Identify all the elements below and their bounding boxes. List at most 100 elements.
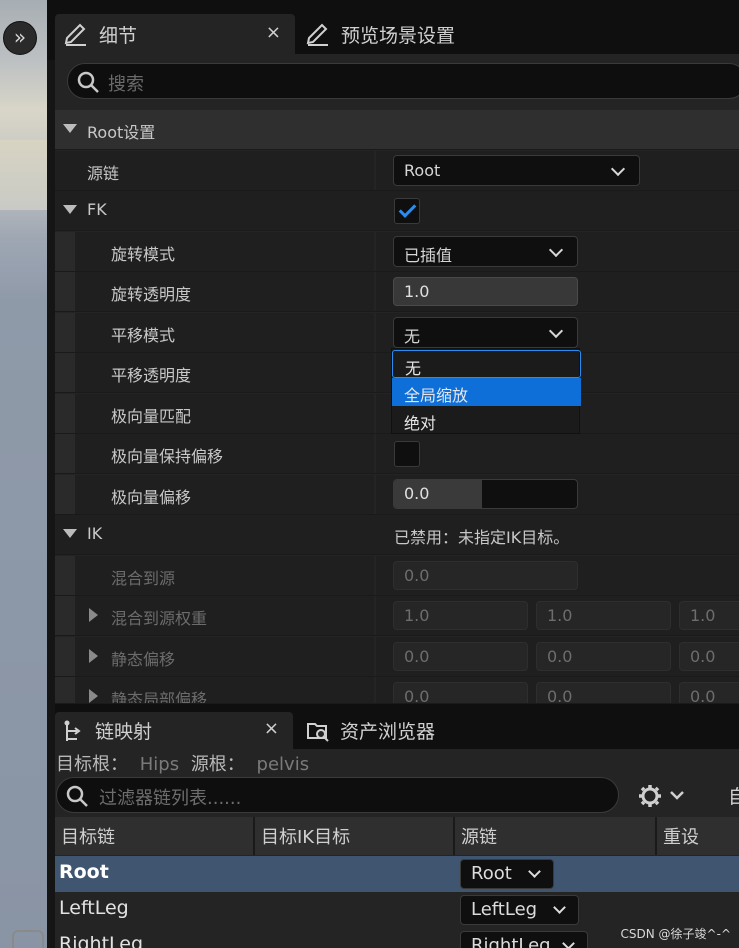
dropdown-value: 已插值	[404, 246, 453, 265]
input-value: 0.0	[547, 687, 573, 704]
watermark-text: CSDN @徐子竣^-^	[620, 927, 731, 941]
search-icon	[77, 71, 99, 93]
property-label: 源链	[87, 164, 120, 183]
chevron-down-icon	[528, 865, 541, 878]
tab-preview-label: 预览场景设置	[341, 24, 456, 47]
property-label: 静态局部偏移	[111, 690, 208, 704]
collapse-caret-icon	[63, 529, 77, 538]
pole-vector-keep-offset-checkbox[interactable]	[394, 441, 420, 467]
table-row[interactable]: LeftLeg LeftLeg	[55, 892, 739, 928]
blend-to-source-input[interactable]: 0.0	[393, 561, 578, 590]
viewport-camera-icon[interactable]	[12, 930, 44, 948]
expand-triangle-icon[interactable]	[89, 649, 98, 663]
target-root-label: 目标根：	[56, 754, 128, 775]
tab-asset-browser[interactable]: 资产浏览器	[300, 712, 500, 749]
static-offset-z-input[interactable]: 0.0	[679, 642, 739, 671]
tab-details[interactable]: 细节 ×	[55, 14, 295, 54]
option-label: 绝对	[404, 414, 437, 433]
expand-panel-button[interactable]: »	[3, 21, 37, 55]
search-placeholder: 搜索	[108, 74, 144, 95]
input-value: 1.0	[404, 282, 430, 301]
tab-chain-mapping[interactable]: 链映射 ×	[55, 712, 293, 749]
tab-details-label: 细节	[99, 24, 138, 47]
chain-mapping-icon	[61, 719, 85, 743]
gear-icon	[639, 785, 661, 807]
target-chain-name: Root	[59, 861, 109, 883]
section-ik[interactable]: IK 已禁用：未指定IK目标。	[55, 515, 739, 555]
column-target-chain[interactable]: 目标链	[55, 817, 255, 855]
property-label: 极向量偏移	[111, 488, 192, 507]
blend-weight-y-input[interactable]: 1.0	[536, 601, 671, 630]
viewport-strip	[0, 0, 47, 948]
input-value: 0.0	[690, 687, 716, 704]
target-root-value: Hips	[139, 754, 180, 775]
static-local-offset-z-input[interactable]: 0.0	[679, 682, 739, 704]
row-blend-to-source: 混合到源 0.0	[55, 556, 739, 596]
section-root-settings[interactable]: Root设置	[55, 110, 739, 150]
chevron-down-icon	[670, 791, 684, 800]
tab-preview-scene[interactable]: 预览场景设置	[297, 14, 557, 54]
chevron-down-icon	[548, 323, 564, 339]
rotation-alpha-input[interactable]: 1.0	[393, 277, 578, 306]
property-label: 平移模式	[111, 326, 176, 345]
dropdown-value: RightLeg	[471, 935, 551, 948]
input-value: 1.0	[404, 606, 430, 625]
expand-triangle-icon[interactable]	[89, 608, 98, 622]
source-chain-dropdown[interactable]: LeftLeg	[460, 895, 579, 925]
property-label: 极向量匹配	[111, 407, 192, 426]
menu-option-global-scaled[interactable]: 全局缩放	[392, 378, 581, 406]
collapse-caret-icon	[63, 124, 77, 133]
column-target-ik-goal[interactable]: 目标IK目标	[255, 817, 455, 855]
column-reset[interactable]: 重设	[657, 817, 739, 855]
close-icon[interactable]: ×	[264, 718, 279, 739]
static-local-offset-x-input[interactable]: 0.0	[393, 682, 528, 703]
source-chain-dropdown[interactable]: Root	[393, 155, 640, 186]
static-local-offset-y-input[interactable]: 0.0	[536, 682, 671, 704]
column-source-chain[interactable]: 源链	[455, 817, 657, 855]
row-rotation-alpha: 旋转透明度 1.0	[55, 272, 739, 312]
blend-weight-x-input[interactable]: 1.0	[393, 601, 528, 630]
table-row[interactable]: Root Root	[55, 856, 739, 892]
property-label: 平移透明度	[111, 366, 192, 385]
translation-mode-menu: 无 全局缩放 绝对	[391, 348, 581, 434]
menu-option-absolute[interactable]: 绝对	[392, 406, 581, 434]
row-rotation-mode: 旋转模式 已插值	[55, 232, 739, 272]
dropdown-value: Root	[471, 863, 512, 884]
source-chain-dropdown[interactable]: Root	[460, 859, 554, 889]
tab-asset-browser-label: 资产浏览器	[340, 721, 436, 743]
row-pole-vector-keep-offset: 极向量保持偏移	[55, 434, 739, 474]
expand-triangle-icon[interactable]	[89, 689, 98, 703]
static-offset-y-input[interactable]: 0.0	[536, 642, 671, 671]
option-label: 全局缩放	[404, 386, 469, 405]
blend-weight-z-input[interactable]: 1.0	[679, 601, 739, 630]
tab-chain-mapping-label: 链映射	[95, 721, 153, 743]
source-chain-dropdown[interactable]: RightLeg	[460, 931, 588, 948]
row-translation-mode: 平移模式 无	[55, 313, 739, 353]
rotation-mode-dropdown[interactable]: 已插值	[393, 236, 578, 267]
section-title: IK	[87, 524, 103, 543]
property-label: 极向量保持偏移	[111, 447, 224, 466]
search-input[interactable]: 搜索	[67, 63, 739, 99]
target-chain-name: RightLeg	[59, 933, 144, 948]
pole-vector-offset-slider[interactable]: 0.0	[393, 479, 578, 509]
column-label: 目标IK目标	[261, 827, 351, 848]
static-offset-x-input[interactable]: 0.0	[393, 642, 528, 671]
chain-filter-input[interactable]: 过滤器链列表......	[56, 777, 619, 813]
target-chain-name: LeftLeg	[59, 897, 129, 919]
translation-mode-dropdown[interactable]: 无	[393, 317, 578, 348]
row-blend-to-source-weights: 混合到源权重 1.0 1.0 1.0	[55, 596, 739, 636]
property-label: 旋转透明度	[111, 285, 192, 304]
property-label: 静态偏移	[111, 650, 176, 669]
option-label: 无	[405, 359, 422, 378]
truncated-toolbar-text[interactable]: 自	[728, 782, 739, 809]
section-title: FK	[87, 200, 107, 219]
fk-enabled-checkbox[interactable]	[394, 198, 420, 224]
input-value: 0.0	[404, 647, 430, 666]
settings-menu-button[interactable]	[636, 782, 688, 810]
menu-option-none[interactable]: 无	[392, 350, 581, 378]
input-value: 0.0	[404, 566, 430, 585]
chevron-down-icon	[610, 161, 626, 177]
section-fk[interactable]: FK	[55, 191, 739, 231]
property-label: 混合到源	[111, 569, 176, 588]
close-icon[interactable]: ×	[266, 22, 281, 43]
